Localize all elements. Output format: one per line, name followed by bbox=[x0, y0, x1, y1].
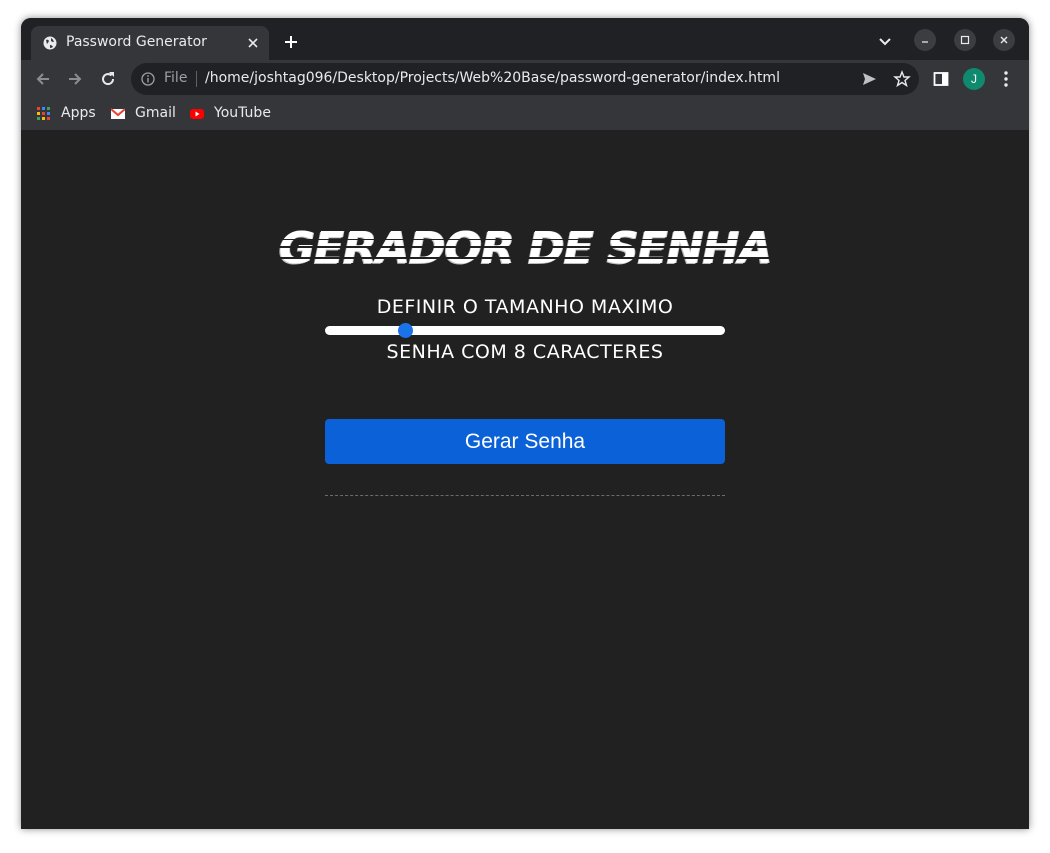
browser-window: Password Generator File /home/joshtag096… bbox=[21, 18, 1029, 829]
page-title: GERADOR DE SENHA bbox=[278, 223, 773, 274]
password-length-text: SENHA COM 8 CARACTERES bbox=[386, 341, 664, 363]
length-slider-thumb[interactable] bbox=[397, 323, 413, 338]
browser-toolbar: File /home/joshtag096/Desktop/Projects/W… bbox=[21, 60, 1029, 98]
max-length-label: DEFINIR O TAMANHO MAXIMO bbox=[376, 296, 674, 318]
length-slider[interactable] bbox=[325, 326, 725, 335]
maximize-icon bbox=[960, 35, 970, 45]
apps-grid-icon bbox=[37, 107, 50, 120]
close-icon bbox=[1000, 36, 1008, 44]
bookmark-gmail[interactable]: Gmail bbox=[111, 104, 191, 124]
bookmark-star-icon[interactable] bbox=[893, 70, 911, 88]
address-separator bbox=[196, 71, 197, 87]
more-options-icon[interactable] bbox=[1001, 70, 1011, 88]
send-icon[interactable] bbox=[861, 71, 877, 87]
chevron-down-icon[interactable] bbox=[876, 35, 894, 49]
minimize-button[interactable] bbox=[914, 29, 936, 51]
forward-arrow-icon[interactable] bbox=[65, 69, 85, 89]
minimize-icon bbox=[922, 41, 928, 43]
side-panel-icon[interactable] bbox=[933, 71, 949, 87]
address-bar[interactable]: File /home/joshtag096/Desktop/Projects/W… bbox=[131, 63, 919, 95]
back-arrow-icon[interactable] bbox=[33, 69, 53, 89]
profile-avatar[interactable]: J bbox=[963, 68, 985, 90]
tab-title: Password Generator bbox=[66, 34, 207, 50]
bookmarks-bar: Apps Gmail YouTube bbox=[21, 98, 1029, 131]
bookmark-youtube[interactable]: YouTube bbox=[190, 104, 290, 124]
tab-password-generator[interactable]: Password Generator bbox=[31, 26, 269, 60]
new-tab-icon[interactable] bbox=[282, 33, 300, 51]
close-tab-icon[interactable] bbox=[245, 35, 261, 51]
bookmark-label: Apps bbox=[61, 105, 96, 121]
close-window-button[interactable] bbox=[993, 29, 1015, 51]
gmail-icon bbox=[111, 108, 125, 119]
generate-password-button[interactable]: Gerar Senha bbox=[325, 419, 725, 464]
globe-icon bbox=[43, 36, 57, 50]
page-content: GERADOR DE SENHA DEFINIR O TAMANHO MAXIM… bbox=[21, 131, 1029, 829]
maximize-button[interactable] bbox=[954, 29, 976, 51]
url-text[interactable]: /home/joshtag096/Desktop/Projects/Web%20… bbox=[205, 70, 780, 86]
info-icon[interactable] bbox=[141, 72, 155, 86]
reload-icon[interactable] bbox=[98, 69, 118, 89]
tab-strip: Password Generator bbox=[21, 18, 1029, 60]
scheme-label: File bbox=[164, 70, 188, 86]
bookmark-label: YouTube bbox=[214, 105, 271, 121]
youtube-icon bbox=[190, 109, 204, 119]
password-result[interactable] bbox=[325, 495, 725, 496]
bookmark-label: Gmail bbox=[135, 105, 176, 121]
bookmark-apps[interactable]: Apps bbox=[37, 104, 117, 124]
